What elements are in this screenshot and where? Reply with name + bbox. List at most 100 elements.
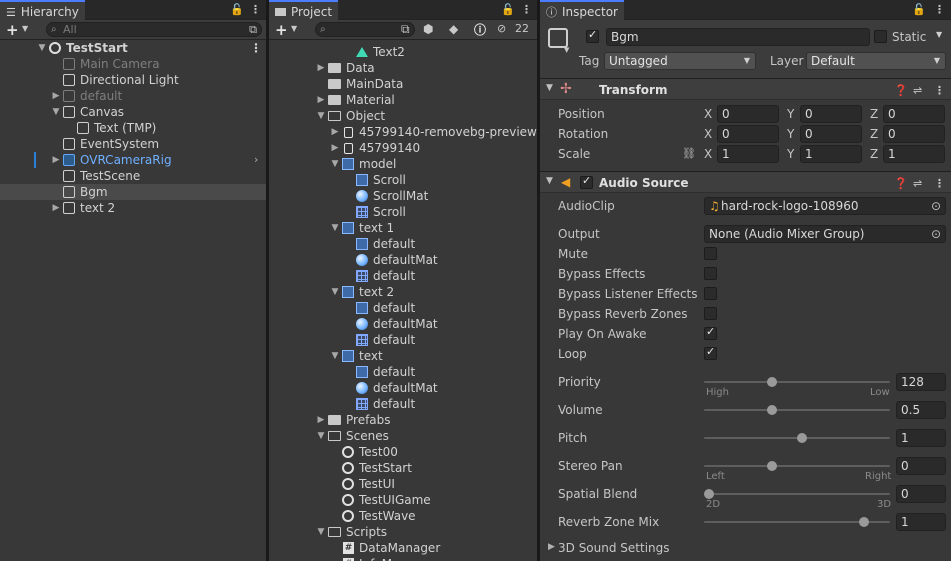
- tag-icon[interactable]: ◆: [449, 22, 458, 36]
- chevron-down-icon[interactable]: ▼: [315, 524, 327, 540]
- reverb-zone-mix-slider[interactable]: [704, 517, 890, 527]
- hierarchy-item[interactable]: ▶ default: [0, 88, 266, 104]
- project-item[interactable]: ▶ Material: [269, 92, 537, 108]
- project-item[interactable]: ▶ Prefabs: [269, 412, 537, 428]
- project-item[interactable]: MainData: [269, 76, 537, 92]
- hierarchy-item[interactable]: ▶ text 2: [0, 200, 266, 216]
- chevron-right-icon[interactable]: ▶: [548, 542, 555, 552]
- panel-menu-icon[interactable]: ⋮: [521, 3, 532, 16]
- bypass-reverb-checkbox[interactable]: [704, 307, 717, 320]
- volume-field[interactable]: 0.5: [896, 401, 946, 419]
- tab-project[interactable]: Project: [269, 0, 339, 20]
- lock-icon[interactable]: 🔓: [230, 3, 244, 16]
- project-item[interactable]: ▼ text 1: [269, 220, 537, 236]
- stereo-pan-field[interactable]: 0: [896, 457, 946, 475]
- project-item[interactable]: ▶ 45799140-removebg-preview: [269, 124, 537, 140]
- chevron-down-icon[interactable]: ▼: [315, 428, 327, 444]
- chevron-right-icon[interactable]: ▶: [50, 152, 62, 168]
- project-item[interactable]: default: [269, 300, 537, 316]
- chevron-right-icon[interactable]: ▶: [329, 140, 341, 156]
- project-item[interactable]: ▼ Scenes: [269, 428, 537, 444]
- project-item[interactable]: default: [269, 236, 537, 252]
- volume-slider[interactable]: [704, 405, 890, 415]
- axis-y-label[interactable]: Y: [787, 107, 794, 121]
- transform-scale-x-field[interactable]: 1: [717, 145, 779, 163]
- object-picker-icon[interactable]: ⊙: [931, 198, 941, 214]
- slider-knob[interactable]: [767, 461, 778, 471]
- project-item[interactable]: #InfoM...: [269, 556, 537, 561]
- chevron-right-icon[interactable]: ▶: [315, 92, 327, 108]
- project-item[interactable]: TestStart: [269, 460, 537, 476]
- component-menu-icon[interactable]: ⋮: [934, 177, 945, 190]
- axis-x-label[interactable]: X: [704, 147, 712, 161]
- transform-scale-z-field[interactable]: 1: [883, 145, 945, 163]
- chevron-right-icon[interactable]: ▶: [50, 200, 62, 216]
- reverb-zone-mix-field[interactable]: 1: [896, 513, 946, 531]
- audioclip-field[interactable]: ♫ hard-rock-logo-108960 ⊙: [704, 197, 946, 215]
- chevron-down-icon[interactable]: ▼: [564, 46, 569, 54]
- output-field[interactable]: None (Audio Mixer Group) ⊙: [704, 225, 946, 243]
- create-button[interactable]: +: [6, 21, 19, 39]
- project-item[interactable]: # DataManager: [269, 540, 537, 556]
- axis-y-label[interactable]: Y: [787, 127, 794, 141]
- search-filter-icon[interactable]: ⧉: [249, 23, 257, 36]
- object-picker-icon[interactable]: ⊙: [931, 226, 941, 242]
- chevron-right-icon[interactable]: ▶: [315, 412, 327, 428]
- project-item[interactable]: ▼ Scripts: [269, 524, 537, 540]
- layer-dropdown[interactable]: Default: [806, 52, 946, 70]
- slider-knob[interactable]: [767, 377, 778, 387]
- project-item[interactable]: Scroll: [269, 172, 537, 188]
- project-item[interactable]: defaultMat: [269, 316, 537, 332]
- hierarchy-item[interactable]: Bgm: [0, 184, 266, 200]
- project-item[interactable]: TestUI: [269, 476, 537, 492]
- axis-z-label[interactable]: Z: [870, 127, 878, 141]
- loop-checkbox[interactable]: [704, 345, 717, 360]
- hidden-packages-icon[interactable]: ⊘: [497, 22, 506, 35]
- chevron-right-icon[interactable]: ▶: [50, 88, 62, 104]
- audio-enabled-checkbox[interactable]: [580, 174, 593, 189]
- audio-source-header[interactable]: ▼ ◀ Audio Source ❓ ⇌ ⋮: [540, 171, 951, 193]
- chevron-down-icon[interactable]: ▼: [936, 30, 942, 39]
- chevron-down-icon[interactable]: ▼: [50, 104, 62, 120]
- project-item[interactable]: TestUIGame: [269, 492, 537, 508]
- search-by-label-icon[interactable]: ⬢: [423, 22, 433, 36]
- help-icon[interactable]: ❓: [894, 177, 908, 190]
- link-icon[interactable]: ⛓: [682, 147, 696, 160]
- project-item[interactable]: ScrollMat: [269, 188, 537, 204]
- transform-position-y-field[interactable]: 0: [800, 105, 862, 123]
- project-item[interactable]: ▶ 45799140: [269, 140, 537, 156]
- lock-icon[interactable]: 🔓: [912, 3, 926, 16]
- spatial-blend-slider[interactable]: [704, 489, 890, 499]
- hierarchy-item[interactable]: EventSystem: [0, 136, 266, 152]
- project-item[interactable]: ▶ Data: [269, 60, 537, 76]
- chevron-down-icon[interactable]: ▼: [329, 220, 341, 236]
- chevron-right-icon[interactable]: ▶: [329, 124, 341, 140]
- 3d-sound-settings-foldout[interactable]: ▶ 3D Sound Settings: [540, 538, 951, 560]
- hierarchy-item[interactable]: ▼ Canvas: [0, 104, 266, 120]
- pitch-field[interactable]: 1: [896, 429, 946, 447]
- project-item[interactable]: ▼ model: [269, 156, 537, 172]
- panel-menu-icon[interactable]: ⋮: [934, 3, 945, 16]
- tag-dropdown[interactable]: Untagged: [604, 52, 756, 70]
- stereo-pan-slider[interactable]: [704, 461, 890, 471]
- project-item[interactable]: default: [269, 332, 537, 348]
- chevron-down-icon[interactable]: ▼: [329, 348, 341, 364]
- axis-y-label[interactable]: Y: [787, 147, 794, 161]
- transform-rotation-x-field[interactable]: 0: [717, 125, 779, 143]
- project-item[interactable]: defaultMat: [269, 380, 537, 396]
- presets-icon[interactable]: ⇌: [913, 84, 922, 97]
- slider-knob[interactable]: [858, 517, 869, 527]
- chevron-down-icon[interactable]: ▼: [36, 40, 48, 56]
- active-checkbox[interactable]: [586, 28, 599, 43]
- object-name-field[interactable]: Bgm: [606, 28, 870, 46]
- slider-knob[interactable]: [767, 405, 778, 415]
- scene-menu-icon[interactable]: ⋮: [250, 41, 262, 55]
- chevron-down-icon[interactable]: ▼: [546, 83, 553, 93]
- hierarchy-item[interactable]: ▶ OVRCameraRig: [0, 152, 266, 168]
- static-checkbox[interactable]: [874, 30, 887, 43]
- spatial-blend-field[interactable]: 0: [896, 485, 946, 503]
- transform-rotation-y-field[interactable]: 0: [800, 125, 862, 143]
- play-on-awake-checkbox[interactable]: [704, 325, 717, 340]
- pitch-slider[interactable]: [704, 433, 890, 443]
- hierarchy-item[interactable]: Text (TMP): [0, 120, 266, 136]
